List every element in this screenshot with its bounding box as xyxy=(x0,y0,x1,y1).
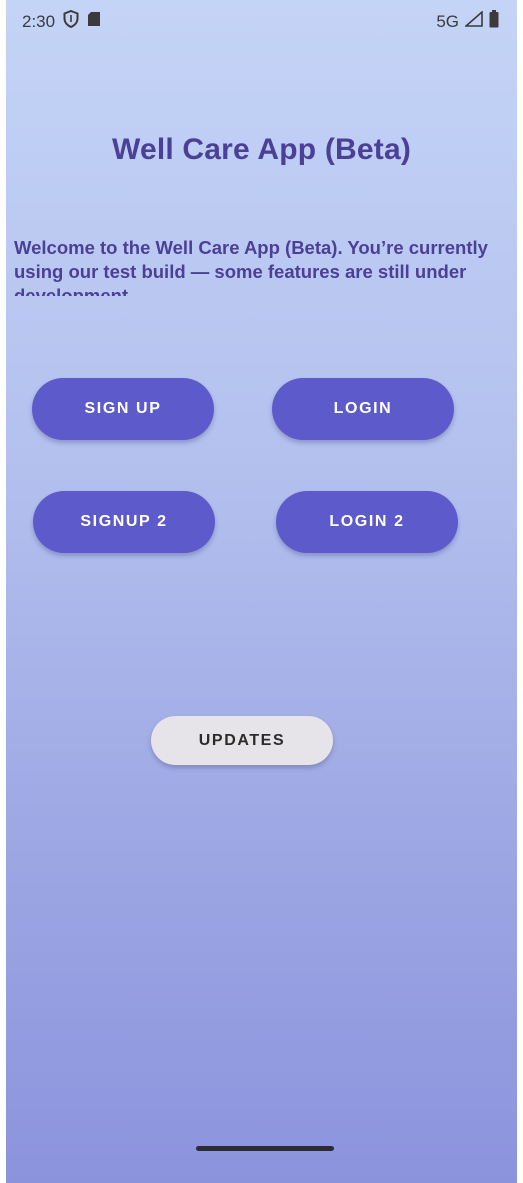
battery-icon xyxy=(489,10,499,33)
shield-icon xyxy=(63,9,79,33)
status-right: 5G xyxy=(436,10,499,33)
app-title: Well Care App (Beta) xyxy=(111,133,412,166)
status-left: 2:30 xyxy=(22,9,101,33)
login-2-button[interactable]: LOGIN 2 xyxy=(276,491,458,553)
sd-card-icon xyxy=(87,11,101,32)
signup-2-button[interactable]: SIGNUP 2 xyxy=(33,491,215,553)
updates-button[interactable]: UPDATES xyxy=(151,716,333,765)
network-type: 5G xyxy=(436,11,459,31)
sign-up-button[interactable]: SIGN UP xyxy=(32,378,214,440)
signal-icon xyxy=(463,10,483,32)
app-screen: 2:30 5G Well Care App (Beta) Welcome to … xyxy=(6,0,517,1183)
welcome-text: Welcome to the Well Care App (Beta). You… xyxy=(14,237,488,296)
status-time: 2:30 xyxy=(22,11,56,31)
status-bar: 2:30 5G xyxy=(6,0,517,38)
login-button[interactable]: LOGIN xyxy=(272,378,454,440)
home-indicator[interactable] xyxy=(196,1146,334,1151)
